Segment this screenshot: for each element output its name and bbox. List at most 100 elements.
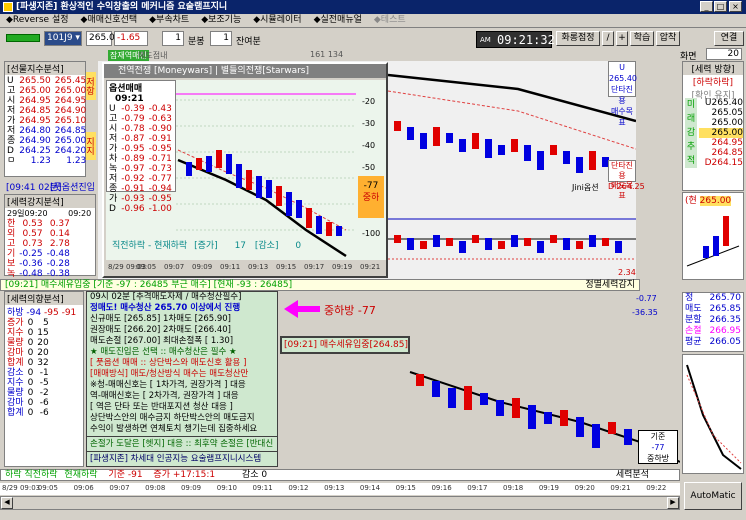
screen-no[interactable]: 20 — [706, 48, 742, 60]
table-cell: -5 — [39, 378, 49, 388]
strength-panel: [세력강지분석] 29일09:20 09:20 한 0.53 0.37 외 0.57 0.… — [4, 194, 96, 279]
table-cell: -0.77 — [148, 174, 172, 184]
bottom-chart[interactable] — [280, 292, 681, 468]
candle — [615, 241, 622, 253]
x-tick-label: 09:05 — [136, 263, 157, 271]
x-tick-label: 09:13 — [248, 263, 269, 271]
plus-button[interactable]: + — [616, 31, 628, 46]
candle — [246, 170, 252, 190]
table-cell: -0.48 — [46, 249, 70, 259]
maximize-button[interactable]: □ — [714, 1, 727, 12]
cur-value: 265.00 — [699, 196, 732, 206]
table-row: 감소 0 -1 — [5, 368, 51, 378]
strength-title: [세력강지분석] — [5, 195, 95, 208]
target-sell-box: 단타진용 매도목표 — [608, 160, 636, 200]
scrollbar[interactable]: ◀ ▶ — [0, 496, 680, 510]
menu-reverse[interactable]: ◆Reverse 설정 — [0, 14, 75, 27]
clock-time: 09:21:32 — [497, 33, 555, 47]
candle — [512, 398, 520, 418]
direction-title: [세력 방향] — [683, 62, 743, 75]
menu-subchart[interactable]: ◆부속차트 — [143, 14, 195, 27]
footer-text6: 세력분석 — [615, 470, 649, 480]
qty-input[interactable]: 1 — [162, 31, 184, 46]
code-select[interactable]: 101J9 ▾ — [44, 31, 82, 46]
toolbar: 101J9 ▾ 265.00 -1.65 1 분봉 1 잔여분 AM 09:21… — [0, 28, 746, 50]
press-button[interactable]: 압착 — [656, 31, 680, 46]
table-cell: 0.57 — [22, 229, 43, 239]
tab-10: 161 134 — [310, 50, 344, 59]
candle — [196, 158, 202, 170]
bottom-box3: 중하방 — [646, 454, 670, 463]
strategy-footer1: 손절가 도달은 [헷지] 대응 :: 최후약 손절은 [반대신호발생] — [87, 436, 277, 463]
close-button[interactable]: × — [729, 1, 742, 12]
table-cell: 264.95 — [19, 116, 51, 126]
candle — [407, 238, 414, 250]
mini-chart-top: (현 265.00 — [682, 192, 744, 280]
minimize-button[interactable]: _ — [700, 1, 713, 12]
table-cell: -0.90 — [148, 124, 172, 134]
intent-h1: -95 — [44, 308, 59, 318]
price-input[interactable]: 265.00 — [86, 31, 121, 46]
table-cell: 1.23 — [30, 156, 51, 166]
table-row: 물량 0 -2 — [5, 388, 51, 398]
table-row: 시 264.95 264.95 — [5, 96, 88, 106]
learn-button[interactable]: 학습 — [630, 31, 654, 46]
candle — [433, 235, 440, 247]
table-cell: -0.79 — [121, 114, 145, 124]
table-row: 합계 0 32 — [5, 358, 51, 368]
table-row: ㅁ 1.23 1.23 — [5, 156, 88, 166]
table-cell: -0.95 — [148, 144, 172, 154]
menu-aux[interactable]: ◆보조기능 — [195, 14, 247, 27]
table-cell: -0.48 — [19, 269, 43, 279]
table-cell: 265.10 — [54, 116, 87, 126]
candle — [511, 235, 518, 247]
candle — [420, 241, 427, 249]
table-cell: -0.87 — [121, 134, 145, 144]
strategy-line7: [ 풋옵션 매매 :: 상단박스와 매도신호 활용 ] — [90, 358, 247, 368]
table-cell: 가 — [109, 194, 118, 204]
candle — [236, 164, 242, 188]
table-row: 고 0.73 2.78 — [5, 239, 72, 249]
table-row: 합계 0 -6 — [5, 408, 51, 418]
x-tick-label: 09:19 — [332, 263, 353, 271]
popup-xaxis: 8/29 09:03 09:05 09:07 09:09 09:11 09:13 09:15… — [106, 262, 386, 274]
window-title-bar: [파생지존] 환상적인 수익창출의 메커니즘 요술램프지니 — [0, 0, 746, 14]
candle — [326, 222, 332, 236]
connect-button[interactable]: 연결 — [714, 31, 744, 46]
y-tick-label: -40 — [362, 141, 375, 150]
menu-signal[interactable]: ◆매매신호선택 — [75, 14, 144, 27]
candle — [602, 238, 609, 246]
d-price-label: D 264.25 — [608, 182, 645, 191]
table-cell: 0.37 — [49, 219, 70, 229]
table-cell: U — [109, 104, 116, 114]
tab-1[interactable]: 매도점내 — [138, 50, 167, 61]
candle — [459, 139, 466, 152]
menu-test[interactable]: ◆테스트 — [368, 14, 412, 27]
change-input[interactable]: -1.65 — [114, 31, 148, 46]
price-level-row: 매도 265.85 — [685, 304, 741, 314]
table-cell: 32 — [37, 358, 49, 368]
candle — [394, 121, 401, 131]
scroll-left-icon[interactable]: ◀ — [1, 497, 13, 509]
automatic-button[interactable]: AutoMatic — [684, 482, 742, 510]
table-row: 가 264.95 265.10 — [5, 116, 88, 126]
bottom-box2: -77 — [651, 443, 665, 452]
menu-manual[interactable]: ◆실전매뉴얼 — [308, 14, 368, 27]
table-row: 한 0.53 0.37 — [5, 219, 72, 229]
hwarong-button[interactable]: 화롱점정 — [556, 31, 600, 46]
strategy-line9: ※청-매매신호는 [ 1차가격, 권장가격 ] 대응 — [90, 380, 246, 390]
qty2-input[interactable]: 1 — [210, 31, 232, 46]
candle — [485, 238, 492, 250]
direction-row: 264.85 — [711, 148, 744, 158]
candle — [589, 151, 596, 170]
table-cell: 저 — [7, 106, 16, 116]
candle — [528, 405, 536, 429]
slash-button[interactable]: / — [602, 31, 614, 46]
menu-simulator[interactable]: ◆시뮬레이터 — [247, 14, 307, 27]
target-buy-3: 매수목표 — [610, 107, 634, 127]
table-cell: 264.85 — [19, 106, 51, 116]
candle — [316, 216, 322, 234]
scroll-right-icon[interactable]: ▶ — [667, 497, 679, 509]
table-row: 고 -0.79 -0.63 — [107, 114, 174, 124]
table-cell: 시 — [109, 124, 118, 134]
